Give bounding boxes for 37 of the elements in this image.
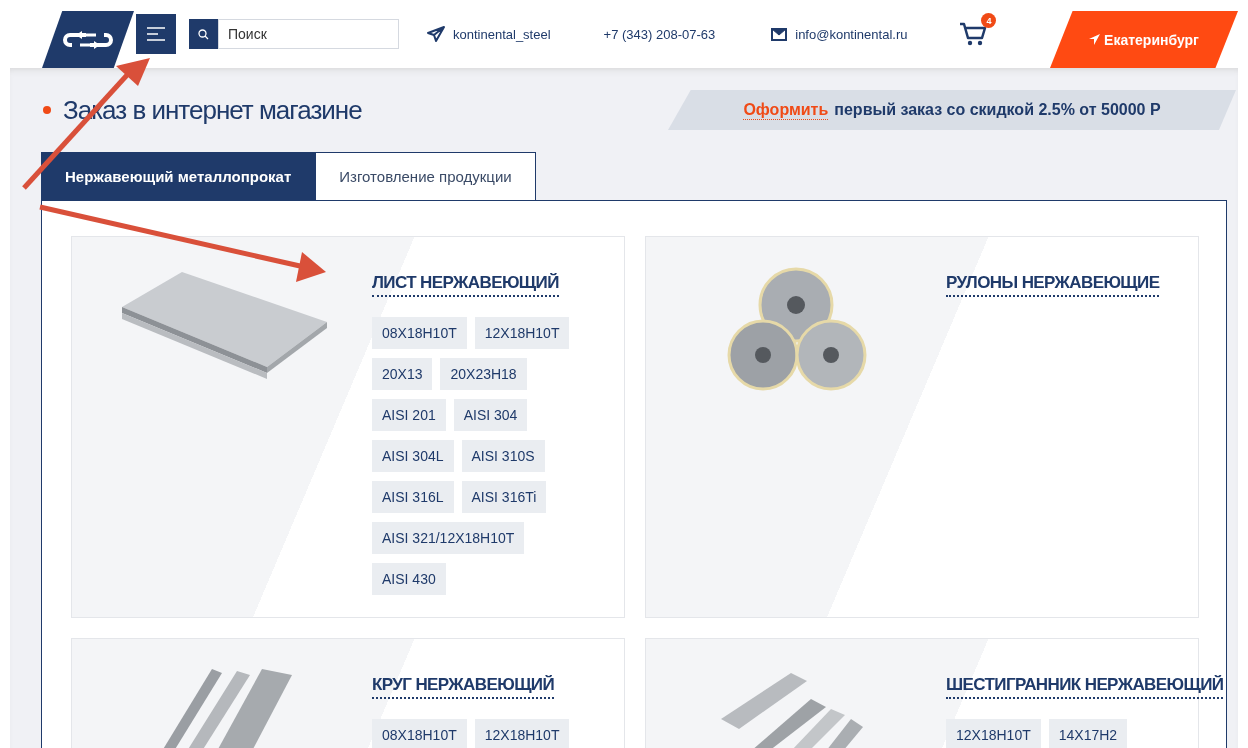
grade-tag[interactable]: AISI 201 <box>372 399 446 431</box>
grade-tag[interactable]: 14Х17Н2 <box>1048 719 1128 748</box>
logo[interactable] <box>42 11 134 68</box>
cart-button[interactable] <box>959 21 988 47</box>
grade-tag[interactable]: 12Х18Н10Т <box>946 719 1041 748</box>
grade-tag[interactable]: AISI 310S <box>461 440 545 472</box>
category-tab[interactable]: Нержавеющий металлопрокат <box>41 152 316 200</box>
grade-tag[interactable]: AISI 304 <box>453 399 528 431</box>
envelope-icon <box>771 27 788 41</box>
grade-tag[interactable]: AISI 430 <box>372 563 446 595</box>
grade-tag[interactable]: 20Х13 <box>372 358 433 390</box>
product-title-link[interactable]: РУЛОНЫ НЕРЖАВЕЮЩИЕ <box>946 273 1160 297</box>
bullet-icon <box>43 106 51 114</box>
grade-tag[interactable]: 08Х18Н10Т <box>372 719 467 748</box>
location-arrow-icon <box>1089 34 1101 45</box>
promo-text: первый заказ со скидкой 2.5% от 50000 Р <box>834 101 1161 119</box>
product-title-link[interactable]: КРУГ НЕРЖАВЕЮЩИЙ <box>372 675 555 699</box>
grade-tag[interactable]: AISI 321/12Х18Н10Т <box>372 522 525 554</box>
search-field[interactable]: Поиск <box>218 19 399 49</box>
grade-tag[interactable]: 12Х18Н10Т <box>474 719 570 748</box>
product-title-link[interactable]: ШЕСТИГРАННИК НЕРЖАВЕЮЩИЙ <box>946 675 1224 699</box>
grade-tag[interactable]: 08Х18Н10Т <box>372 317 467 349</box>
grade-tag[interactable]: 20Х23Н18 <box>440 358 527 390</box>
grade-tag[interactable]: 12Х18Н10Т <box>474 317 570 349</box>
product-title-link[interactable]: ЛИСТ НЕРЖАВЕЮЩИЙ <box>372 273 559 297</box>
category-tab[interactable]: Изготовление продукции <box>315 152 536 200</box>
menu-icon <box>146 26 166 42</box>
menu-button[interactable] <box>136 14 176 54</box>
telegram-link[interactable]: kontinental_steel <box>453 26 551 42</box>
paper-plane-icon <box>427 26 445 42</box>
cart-count-badge: 4 <box>981 13 997 28</box>
grade-tag[interactable]: AISI 304L <box>372 440 454 472</box>
search-icon <box>198 28 209 40</box>
phone-link[interactable]: +7 (343) 208-07-63 <box>603 26 716 42</box>
grade-tag[interactable]: AISI 316L <box>372 481 454 513</box>
email-link[interactable]: info@kontinental.ru <box>795 26 908 42</box>
grade-tag[interactable]: AISI 316Ti <box>461 481 547 513</box>
